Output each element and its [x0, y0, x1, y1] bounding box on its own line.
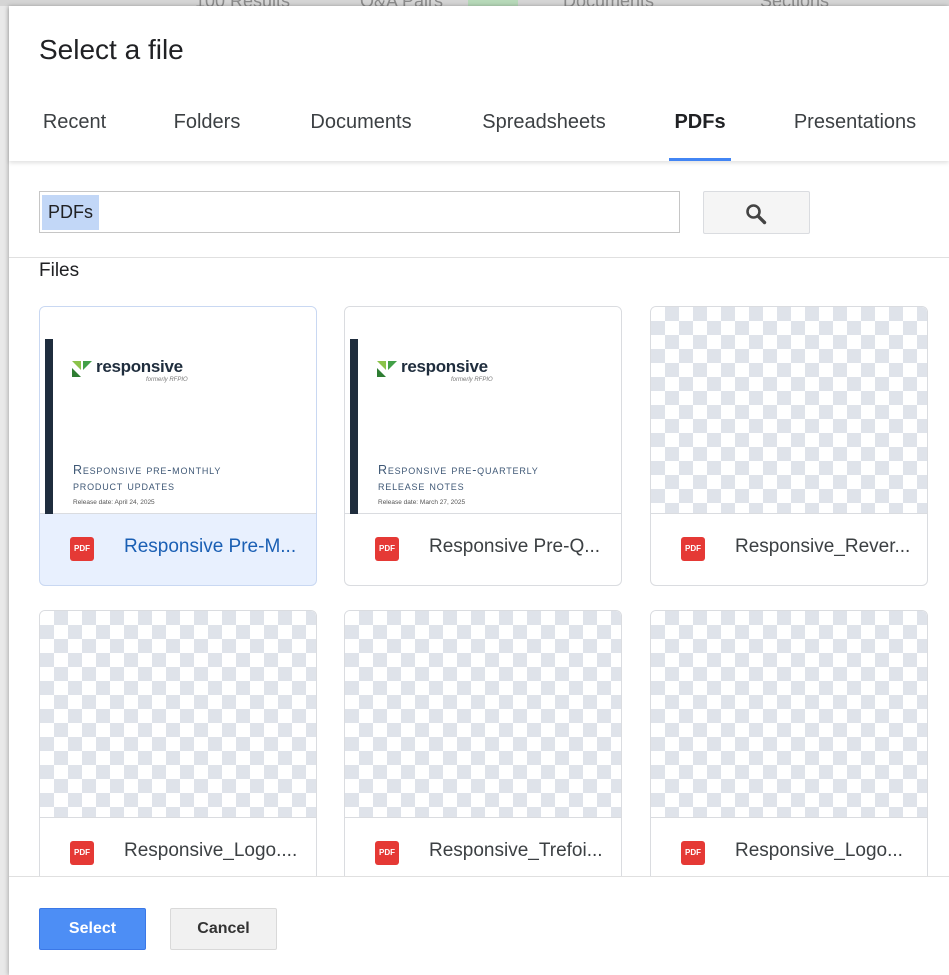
file-thumbnail-transparent: [345, 611, 621, 818]
file-name: Responsive_Rever...: [735, 536, 911, 557]
document-side-bar: [350, 339, 358, 514]
pdf-icon: PDF: [70, 841, 94, 865]
file-card[interactable]: PDF Responsive_Logo....: [39, 610, 317, 876]
document-title: Responsive pre-quarterly release notes: [378, 462, 578, 494]
file-card[interactable]: PDF Responsive_Rever...: [650, 306, 928, 586]
tab-label: PDFs: [674, 111, 726, 133]
file-name: Responsive_Trefoi...: [429, 840, 603, 861]
file-name-row: PDF Responsive_Logo....: [40, 818, 316, 876]
logo-subtext: formerly RFPIO: [451, 377, 493, 383]
dialog-footer: Select Cancel: [9, 876, 949, 975]
tab-recent[interactable]: Recent: [32, 106, 117, 161]
tab-spreadsheets[interactable]: Spreadsheets: [469, 106, 619, 161]
document-release-date: Release date: April 24, 2025: [73, 499, 155, 506]
file-thumbnail-transparent: [651, 307, 927, 514]
tab-label: Recent: [42, 111, 107, 133]
document-release-date: Release date: March 27, 2025: [378, 499, 466, 506]
pdf-icon: PDF: [375, 537, 399, 561]
file-card[interactable]: responsive formerly RFPIO Responsive pre…: [344, 306, 622, 586]
search-icon: [746, 204, 767, 225]
file-thumbnail-transparent: [651, 611, 927, 818]
files-section-label: Files: [39, 260, 80, 281]
file-name: Responsive Pre-M...: [124, 536, 297, 557]
tab-label: Spreadsheets: [482, 111, 606, 133]
responsive-logo: responsive formerly RFPIO: [72, 357, 192, 387]
pdf-icon: PDF: [70, 537, 94, 561]
file-card[interactable]: responsive formerly RFPIO Responsive pre…: [39, 306, 317, 586]
file-name: Responsive_Logo...: [735, 840, 903, 861]
document-title-line2: release notes: [378, 479, 465, 493]
file-thumbnail: responsive formerly RFPIO Responsive pre…: [345, 307, 621, 514]
file-card[interactable]: PDF Responsive_Logo...: [650, 610, 928, 876]
tab-pdfs[interactable]: PDFs: [669, 106, 731, 161]
search-query-chip[interactable]: PDFs: [42, 195, 99, 230]
file-name-row: PDF Responsive_Trefoi...: [345, 818, 621, 876]
file-grid: responsive formerly RFPIO Responsive pre…: [9, 306, 949, 876]
document-side-bar: [45, 339, 53, 514]
responsive-logo-icon: [377, 361, 397, 377]
document-title-line2: product updates: [73, 479, 175, 493]
file-picker-dialog: Select a file Recent Folders Documents S…: [9, 6, 949, 975]
logo-subtext: formerly RFPIO: [146, 377, 188, 383]
tab-presentations[interactable]: Presentations: [779, 106, 931, 161]
select-button[interactable]: Select: [39, 908, 146, 950]
pdf-icon: PDF: [375, 841, 399, 865]
tab-folders[interactable]: Folders: [162, 106, 252, 161]
file-card[interactable]: PDF Responsive_Trefoi...: [344, 610, 622, 876]
responsive-logo-icon: [72, 361, 92, 377]
document-title-line1: Responsive pre-monthly: [73, 463, 222, 477]
logo-text: responsive: [96, 357, 183, 376]
document-title-line1: Responsive pre-quarterly: [378, 463, 539, 477]
pdf-icon: PDF: [681, 537, 705, 561]
tab-label: Folders: [173, 111, 241, 133]
search-input[interactable]: PDFs: [39, 191, 680, 233]
file-name-row: PDF Responsive_Rever...: [651, 514, 927, 585]
dialog-title: Select a file: [39, 34, 184, 65]
logo-text: responsive: [401, 357, 488, 376]
tab-label: Presentations: [793, 111, 917, 133]
responsive-logo: responsive formerly RFPIO: [377, 357, 497, 387]
file-name-row: PDF Responsive_Logo...: [651, 818, 927, 876]
document-title: Responsive pre-monthly product updates: [73, 462, 273, 494]
file-name-row: PDF Responsive Pre-M...: [40, 514, 316, 585]
file-name: Responsive_Logo....: [124, 840, 298, 861]
cancel-button[interactable]: Cancel: [170, 908, 277, 950]
file-name: Responsive Pre-Q...: [429, 536, 601, 557]
search-button[interactable]: [703, 191, 810, 234]
pdf-icon: PDF: [681, 841, 705, 865]
file-name-row: PDF Responsive Pre-Q...: [345, 514, 621, 585]
tab-documents[interactable]: Documents: [296, 106, 426, 161]
search-row: PDFs: [9, 161, 949, 258]
dialog-header: Select a file Recent Folders Documents S…: [9, 6, 949, 161]
tab-label: Documents: [310, 111, 412, 133]
file-thumbnail: responsive formerly RFPIO Responsive pre…: [40, 307, 316, 514]
tab-bar: Recent Folders Documents Spreadsheets PD…: [9, 106, 949, 161]
file-thumbnail-transparent: [40, 611, 316, 818]
